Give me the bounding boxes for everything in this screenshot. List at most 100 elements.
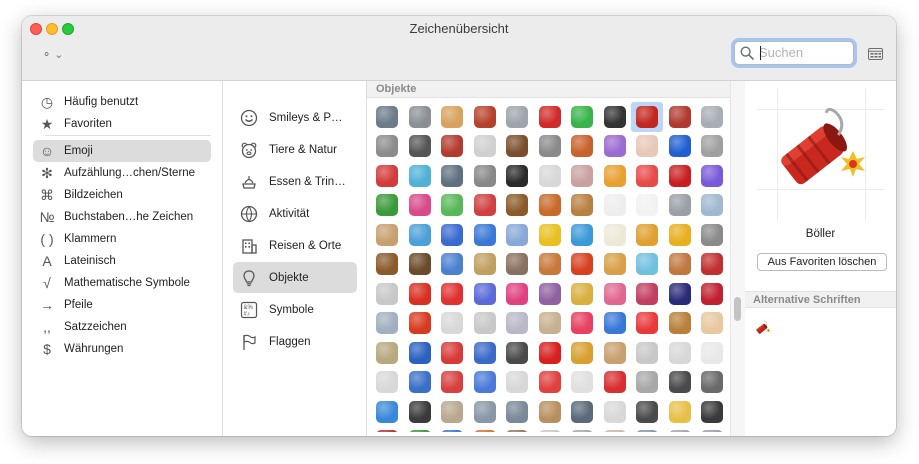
category-item[interactable]: ⌘ Bildzeichen	[33, 184, 211, 206]
emoji-cell[interactable]	[664, 279, 696, 309]
emoji-cell[interactable]	[534, 338, 566, 368]
emoji-cell[interactable]	[501, 161, 533, 191]
emoji-cell[interactable]	[404, 309, 436, 339]
emoji-cell[interactable]	[436, 427, 468, 432]
emoji-cell[interactable]	[501, 397, 533, 427]
subcategory-item[interactable]: Flaggen	[233, 326, 357, 357]
emoji-cell[interactable]	[696, 279, 728, 309]
action-menu-button[interactable]: ⚬ ⌄	[42, 48, 64, 61]
search-field[interactable]	[734, 41, 854, 65]
emoji-cell[interactable]	[469, 397, 501, 427]
emoji-cell[interactable]	[469, 368, 501, 398]
emoji-cell[interactable]	[631, 368, 663, 398]
emoji-cell[interactable]	[534, 250, 566, 280]
emoji-cell[interactable]	[501, 279, 533, 309]
emoji-cell[interactable]	[501, 102, 533, 132]
emoji-cell[interactable]	[534, 191, 566, 221]
emoji-cell[interactable]	[371, 427, 403, 432]
subcategory-item[interactable]: Reisen & Orte	[233, 230, 357, 261]
emoji-cell[interactable]	[696, 191, 728, 221]
subcategory-item[interactable]: Essen & Trin…	[233, 166, 357, 197]
emoji-cell[interactable]	[696, 427, 728, 432]
emoji-cell[interactable]	[696, 309, 728, 339]
subcategory-item[interactable]: Smileys & P…	[233, 102, 357, 133]
emoji-cell[interactable]	[566, 132, 598, 162]
emoji-cell[interactable]	[501, 368, 533, 398]
emoji-cell[interactable]	[566, 102, 598, 132]
emoji-cell[interactable]	[404, 220, 436, 250]
emoji-cell[interactable]	[436, 102, 468, 132]
emoji-cell[interactable]	[436, 338, 468, 368]
emoji-cell[interactable]	[566, 338, 598, 368]
emoji-cell[interactable]	[664, 368, 696, 398]
category-item[interactable]: ◷ Häufig benutzt	[33, 91, 211, 113]
emoji-cell[interactable]	[631, 220, 663, 250]
emoji-cell[interactable]	[664, 132, 696, 162]
emoji-cell[interactable]	[696, 250, 728, 280]
emoji-cell[interactable]	[469, 309, 501, 339]
subcategory-item[interactable]: Objekte	[233, 262, 357, 293]
emoji-cell[interactable]	[566, 279, 598, 309]
emoji-cell[interactable]	[534, 102, 566, 132]
emoji-cell[interactable]	[404, 368, 436, 398]
emoji-cell[interactable]	[664, 309, 696, 339]
emoji-cell[interactable]	[404, 279, 436, 309]
emoji-cell[interactable]	[664, 191, 696, 221]
category-item[interactable]: № Buchstaben…he Zeichen	[33, 206, 211, 228]
emoji-cell[interactable]	[534, 279, 566, 309]
emoji-cell[interactable]	[599, 250, 631, 280]
emoji-cell[interactable]	[501, 220, 533, 250]
emoji-cell[interactable]	[371, 338, 403, 368]
emoji-cell[interactable]	[631, 279, 663, 309]
emoji-cell[interactable]	[631, 397, 663, 427]
emoji-cell[interactable]	[664, 102, 696, 132]
emoji-cell[interactable]	[566, 220, 598, 250]
category-item[interactable]: ☺ Emoji	[33, 140, 211, 162]
emoji-cell[interactable]	[599, 102, 631, 132]
emoji-cell[interactable]	[631, 427, 663, 432]
emoji-cell[interactable]	[664, 161, 696, 191]
emoji-cell[interactable]	[469, 279, 501, 309]
emoji-cell[interactable]	[371, 132, 403, 162]
emoji-cell[interactable]	[534, 309, 566, 339]
emoji-cell[interactable]	[631, 309, 663, 339]
emoji-cell[interactable]	[469, 132, 501, 162]
emoji-cell[interactable]	[696, 338, 728, 368]
category-item[interactable]: ( ) Klammern	[33, 228, 211, 250]
category-item[interactable]: → Pfeile	[33, 294, 211, 316]
emoji-cell[interactable]	[599, 132, 631, 162]
search-input[interactable]	[759, 44, 849, 61]
category-item[interactable]: √ Mathematische Symbole	[33, 272, 211, 294]
emoji-cell[interactable]	[436, 250, 468, 280]
category-item[interactable]: ✻ Aufzählung…chen/Sterne	[33, 162, 211, 184]
emoji-cell[interactable]	[404, 132, 436, 162]
emoji-cell[interactable]	[436, 161, 468, 191]
emoji-cell[interactable]	[404, 397, 436, 427]
emoji-cell[interactable]	[436, 132, 468, 162]
emoji-cell[interactable]	[371, 368, 403, 398]
emoji-cell[interactable]	[599, 161, 631, 191]
remove-favorite-button[interactable]: Aus Favoriten löschen	[757, 253, 887, 271]
emoji-cell[interactable]	[631, 191, 663, 221]
emoji-cell[interactable]	[696, 397, 728, 427]
emoji-cell[interactable]	[664, 397, 696, 427]
subcategory-item[interactable]: Tiere & Natur	[233, 134, 357, 165]
emoji-cell[interactable]	[631, 250, 663, 280]
emoji-cell[interactable]	[599, 338, 631, 368]
emoji-cell[interactable]	[664, 427, 696, 432]
emoji-cell[interactable]	[696, 132, 728, 162]
emoji-cell[interactable]	[371, 102, 403, 132]
emoji-cell[interactable]	[469, 427, 501, 432]
category-item[interactable]: ★ Favoriten	[33, 113, 211, 135]
emoji-cell[interactable]	[534, 220, 566, 250]
emoji-cell[interactable]	[469, 161, 501, 191]
emoji-cell[interactable]	[599, 368, 631, 398]
emoji-cell[interactable]	[469, 102, 501, 132]
emoji-cell[interactable]	[404, 191, 436, 221]
emoji-cell[interactable]	[534, 161, 566, 191]
emoji-cell[interactable]	[371, 309, 403, 339]
emoji-cell[interactable]	[469, 250, 501, 280]
emoji-cell[interactable]	[371, 191, 403, 221]
emoji-cell[interactable]	[501, 427, 533, 432]
emoji-cell[interactable]	[371, 220, 403, 250]
